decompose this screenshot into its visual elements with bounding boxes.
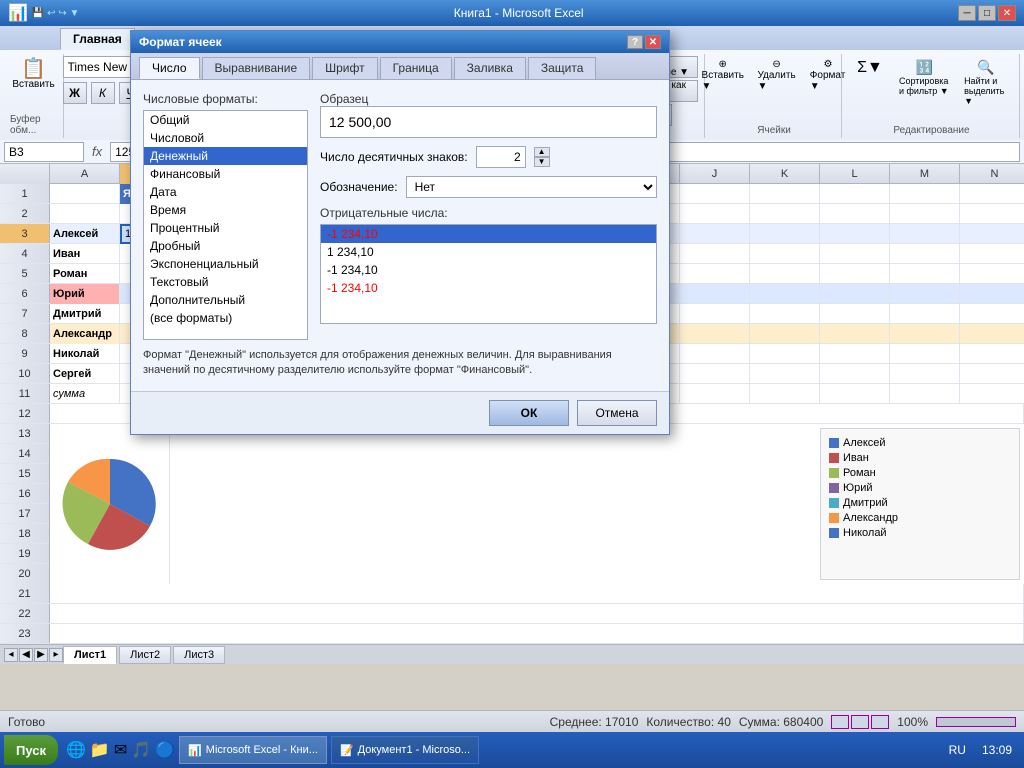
designation-label: Обозначение: [320,180,398,194]
preview-section: Образец 12 500,00 [320,92,657,138]
negative-section: Отрицательные числа: -1 234,10 1 234,10 … [320,206,657,324]
spin-up-button[interactable]: ▲ [534,147,550,157]
negative-list[interactable]: -1 234,10 1 234,10 -1 234,10 -1 234,10 [320,224,657,324]
cancel-button[interactable]: Отмена [577,400,657,426]
format-description: Формат "Денежный" используется для отобр… [143,348,657,379]
format-fraction[interactable]: Дробный [144,237,307,255]
formats-column: Числовые форматы: Общий Числовой Денежны… [143,92,308,340]
dialog-close-button[interactable]: ✕ [645,35,661,49]
dialog-overlay: Формат ячеек ? ✕ Число Выравнивание Шриф… [0,0,1024,768]
decimal-input[interactable] [476,146,526,168]
negative-label: Отрицательные числа: [320,206,657,220]
negative-item-2[interactable]: -1 234,10 [321,261,656,279]
format-currency[interactable]: Денежный [144,147,307,165]
formats-label: Числовые форматы: [143,92,308,106]
format-numeric[interactable]: Числовой [144,129,307,147]
negative-item-1[interactable]: 1 234,10 [321,243,656,261]
designation-row: Обозначение: Нет [320,176,657,198]
format-time[interactable]: Время [144,201,307,219]
format-additional[interactable]: Дополнительный [144,291,307,309]
ok-button[interactable]: ОК [489,400,569,426]
spin-down-button[interactable]: ▼ [534,157,550,167]
dialog-tab-border[interactable]: Граница [380,57,452,79]
preview-label: Образец [320,92,657,106]
preview-value: 12 500,00 [329,114,391,130]
format-financial[interactable]: Финансовый [144,165,307,183]
format-list[interactable]: Общий Числовой Денежный Финансовый Дата … [143,110,308,340]
format-scientific[interactable]: Экспоненциальный [144,255,307,273]
negative-item-0[interactable]: -1 234,10 [321,225,656,243]
dialog-right-panel: Образец 12 500,00 Число десятичных знако… [320,92,657,340]
dialog-tab-protection[interactable]: Защита [528,57,597,79]
format-general[interactable]: Общий [144,111,307,129]
preview-box: 12 500,00 [320,106,657,138]
decimal-row: Число десятичных знаков: ▲ ▼ [320,146,657,168]
dialog-tab-number[interactable]: Число [139,57,200,79]
dialog-title-bar: Формат ячеек ? ✕ [131,31,669,53]
dialog-help-button[interactable]: ? [627,35,643,49]
dialog-title-buttons: ? ✕ [627,35,661,49]
dialog-two-columns: Числовые форматы: Общий Числовой Денежны… [143,92,657,340]
dialog-tab-fill[interactable]: Заливка [454,57,526,79]
dialog-tab-alignment[interactable]: Выравнивание [202,57,311,79]
decimal-label: Число десятичных знаков: [320,150,468,164]
format-cells-dialog: Формат ячеек ? ✕ Число Выравнивание Шриф… [130,30,670,435]
dialog-title-text: Формат ячеек [139,35,222,49]
format-text[interactable]: Текстовый [144,273,307,291]
negative-item-3[interactable]: -1 234,10 [321,279,656,297]
dialog-body: Числовые форматы: Общий Числовой Денежны… [131,80,669,391]
dialog-tabs: Число Выравнивание Шрифт Граница Заливка… [131,53,669,80]
format-percent[interactable]: Процентный [144,219,307,237]
designation-select[interactable]: Нет [406,176,657,198]
dialog-footer: ОК Отмена [131,391,669,434]
format-date[interactable]: Дата [144,183,307,201]
dialog-tab-font[interactable]: Шрифт [312,57,377,79]
decimal-spinner: ▲ ▼ [534,147,550,167]
format-all[interactable]: (все форматы) [144,309,307,327]
